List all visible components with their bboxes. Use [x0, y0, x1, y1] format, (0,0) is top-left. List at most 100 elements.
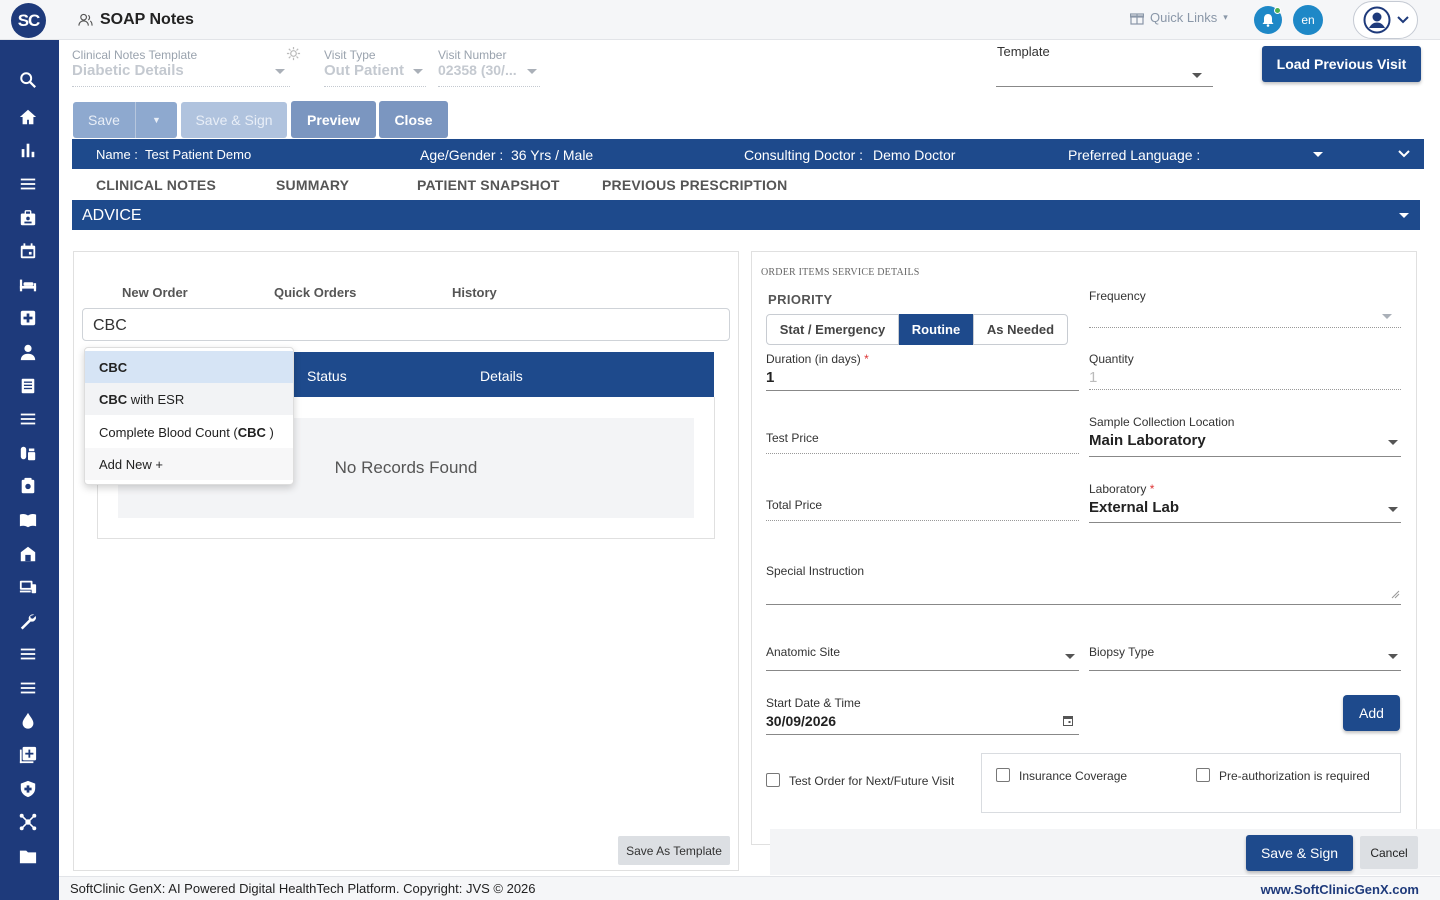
tab-new-order[interactable]: New Order: [122, 285, 188, 300]
visit-type-underline: [324, 86, 426, 87]
tab-patient-snapshot[interactable]: PATIENT SNAPSHOT: [417, 177, 560, 193]
chevron-down-icon[interactable]: [1399, 213, 1409, 218]
close-button[interactable]: Close: [379, 101, 448, 138]
chevron-down-icon[interactable]: [275, 69, 285, 74]
notifications-button[interactable]: [1254, 6, 1282, 34]
chevron-down-icon[interactable]: [1388, 507, 1398, 512]
suggestion-match: CBC: [99, 391, 128, 407]
sidebar-devices[interactable]: [18, 577, 38, 597]
preauthorization-checkbox[interactable]: [1196, 768, 1210, 782]
chevron-down-icon[interactable]: [1065, 654, 1075, 659]
website-link[interactable]: www.SoftClinicGenX.com: [1261, 882, 1419, 897]
chevron-down-icon[interactable]: [1388, 440, 1398, 445]
load-previous-visit-button[interactable]: Load Previous Visit: [1262, 46, 1421, 82]
priority-stat-emergency[interactable]: Stat / Emergency: [766, 314, 899, 345]
sidebar-blood-bank[interactable]: [18, 711, 38, 731]
sidebar-security[interactable]: [18, 779, 38, 799]
sidebar-menu-4[interactable]: [18, 678, 38, 698]
sidebar-medical[interactable]: [18, 308, 38, 328]
sidebar-patient-card[interactable]: [18, 208, 38, 228]
template-select[interactable]: [996, 86, 1213, 87]
bar-chart-icon: [21, 143, 35, 158]
visit-type-select[interactable]: Out Patient: [324, 62, 404, 79]
sidebar-menu-1[interactable]: [18, 174, 38, 194]
template-label: Template: [997, 44, 1050, 59]
sidebar-home[interactable]: [18, 107, 38, 127]
book-icon: [19, 514, 37, 528]
biopsy-type-select[interactable]: [1089, 670, 1401, 671]
home-icon: [19, 109, 37, 125]
language-button[interactable]: en: [1293, 5, 1323, 35]
visit-type-label: Visit Type: [324, 48, 376, 62]
bell-icon: [1262, 14, 1274, 27]
sidebar-library[interactable]: [18, 510, 38, 530]
language-dropdown-icon[interactable]: [1313, 152, 1323, 157]
add-new-suggestion[interactable]: Add New +: [85, 448, 293, 480]
folder-icon: [19, 850, 37, 864]
sidebar-add-record[interactable]: [18, 745, 38, 765]
tab-history[interactable]: History: [452, 285, 497, 300]
sidebar-records[interactable]: [18, 376, 38, 396]
future-visit-checkbox[interactable]: [766, 773, 780, 787]
resize-handle-icon[interactable]: [1391, 590, 1400, 599]
quick-links-menu[interactable]: Quick Links ▾: [1130, 10, 1228, 25]
cancel-button[interactable]: Cancel: [1360, 836, 1418, 869]
chevron-down-icon[interactable]: [1382, 314, 1392, 319]
sidebar-menu-2[interactable]: [18, 409, 38, 429]
sidebar-facility[interactable]: [18, 544, 38, 564]
special-instruction-input[interactable]: [766, 604, 1401, 605]
sidebar-analytics[interactable]: [18, 140, 38, 160]
suggestion-text: with ESR: [127, 391, 185, 407]
calendar-icon[interactable]: [1063, 715, 1073, 726]
laboratory-label: Laboratory *: [1089, 482, 1155, 496]
sidebar-search[interactable]: [18, 70, 38, 90]
preview-button[interactable]: Preview: [291, 101, 376, 138]
insurance-coverage-checkbox[interactable]: [996, 768, 1010, 782]
save-as-template-button[interactable]: Save As Template: [618, 836, 730, 865]
chevron-down-icon[interactable]: [527, 69, 537, 74]
duration-input[interactable]: 1: [766, 369, 774, 386]
start-date-input[interactable]: 30/09/2026: [766, 713, 836, 729]
save-button[interactable]: Save: [73, 102, 135, 138]
chevron-down-icon[interactable]: [413, 69, 423, 74]
anatomic-site-select[interactable]: [766, 670, 1079, 671]
sidebar-tools[interactable]: [18, 611, 38, 631]
app-logo[interactable]: SC: [11, 3, 46, 38]
settings-icon[interactable]: [286, 46, 301, 61]
sidebar-files[interactable]: [18, 846, 38, 866]
suggestion-item[interactable]: Complete Blood Count (CBC ): [85, 416, 293, 448]
sidebar-calendar[interactable]: [18, 241, 38, 261]
priority-as-needed[interactable]: As Needed: [973, 314, 1068, 345]
suggestion-item[interactable]: CBC: [85, 351, 293, 383]
tab-summary[interactable]: SUMMARY: [276, 177, 349, 193]
chevron-down-icon[interactable]: [1388, 654, 1398, 659]
priority-routine[interactable]: Routine: [899, 314, 973, 345]
tab-previous-prescription[interactable]: PREVIOUS PRESCRIPTION: [602, 177, 787, 193]
add-order-button[interactable]: Add: [1343, 695, 1400, 731]
save-dropdown-button[interactable]: ▼: [135, 102, 177, 138]
sidebar-pharmacy[interactable]: [18, 443, 38, 463]
tab-clinical-notes[interactable]: CLINICAL NOTES: [96, 177, 216, 193]
visit-number-select[interactable]: 02358 (30/...: [438, 62, 517, 78]
pharmacy-icon: [20, 446, 36, 461]
quantity-input[interactable]: 1: [1089, 369, 1097, 386]
clinical-template-select[interactable]: Diabetic Details: [72, 62, 184, 79]
sidebar-billing[interactable]: [18, 476, 38, 496]
sidebar-menu-3[interactable]: [18, 644, 38, 664]
advice-section-header[interactable]: ADVICE: [72, 200, 1420, 230]
save-and-sign-button[interactable]: Save & Sign: [181, 102, 287, 138]
save-and-sign-order-button[interactable]: Save & Sign: [1246, 835, 1353, 871]
suggestion-item[interactable]: CBC with ESR: [85, 383, 293, 415]
chevron-down-icon[interactable]: [1192, 73, 1202, 78]
tab-quick-orders[interactable]: Quick Orders: [274, 285, 356, 300]
user-menu[interactable]: [1353, 1, 1418, 39]
laboratory-select[interactable]: External Lab: [1089, 499, 1179, 516]
sidebar-beds[interactable]: [18, 275, 38, 295]
menu-icon: [20, 178, 36, 190]
order-search-input[interactable]: CBC: [82, 308, 730, 341]
chevron-down-icon[interactable]: [1398, 150, 1410, 158]
frequency-select[interactable]: [1089, 327, 1401, 328]
sidebar-network[interactable]: [18, 812, 38, 832]
sample-location-select[interactable]: Main Laboratory: [1089, 432, 1206, 449]
sidebar-patients[interactable]: [18, 342, 38, 362]
